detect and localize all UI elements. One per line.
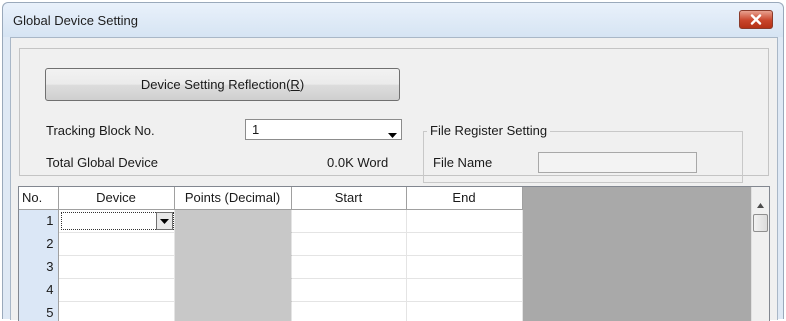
start-cell[interactable]: [291, 232, 407, 256]
end-cell[interactable]: [406, 301, 523, 321]
global-device-setting-window: Global Device Setting Device Setting Ref…: [2, 2, 784, 321]
points-cell: [174, 301, 292, 321]
close-button[interactable]: [739, 10, 773, 29]
reflection-label-suffix: ): [299, 77, 305, 92]
device-table: No. Device Points (Decimal) Start End 1: [19, 187, 523, 321]
device-cell[interactable]: [58, 232, 175, 256]
device-cell[interactable]: [58, 209, 175, 233]
device-dropdown-button[interactable]: [155, 211, 173, 230]
chevron-down-icon: [159, 213, 169, 228]
start-cell[interactable]: [291, 255, 407, 279]
end-cell[interactable]: [406, 278, 523, 302]
column-header-device: Device: [58, 187, 175, 210]
reflection-label-prefix: Device Setting Reflection(: [140, 77, 291, 92]
start-cell[interactable]: [291, 278, 407, 302]
points-cell: [174, 255, 292, 279]
file-name-label: File Name: [433, 155, 493, 170]
table-row: 1: [19, 209, 523, 233]
window-title: Global Device Setting: [13, 13, 139, 28]
tracking-block-select[interactable]: 1: [245, 119, 402, 140]
end-cell[interactable]: [406, 255, 523, 279]
dialog-client-area: Device Setting Reflection(R) Tracking Bl…: [10, 37, 778, 321]
chevron-down-icon: [388, 127, 397, 142]
start-cell[interactable]: [291, 301, 407, 321]
end-cell[interactable]: [406, 232, 523, 256]
row-number: 5: [19, 301, 59, 321]
table-row: 2: [19, 232, 523, 256]
total-global-device-label: Total Global Device: [46, 155, 158, 170]
vertical-scrollbar[interactable]: [751, 187, 769, 321]
column-header-end: End: [406, 187, 523, 210]
table-row: 4: [19, 278, 523, 302]
points-cell: [174, 209, 292, 233]
device-cell[interactable]: [58, 301, 175, 321]
points-cell: [174, 278, 292, 302]
device-cell[interactable]: [58, 278, 175, 302]
file-name-input[interactable]: [538, 152, 697, 173]
start-cell[interactable]: [291, 209, 407, 233]
row-number: 2: [19, 232, 59, 255]
scrollbar-thumb[interactable]: [753, 214, 768, 232]
total-global-device-value: 0.0K Word: [327, 155, 389, 170]
column-header-points: Points (Decimal): [174, 187, 292, 210]
close-icon: [750, 14, 762, 25]
points-cell: [174, 232, 292, 256]
scroll-up-arrow-icon[interactable]: [757, 196, 764, 211]
table-row: 3: [19, 255, 523, 279]
row-number: 1: [19, 209, 59, 232]
reflection-label-accel: R: [290, 77, 300, 92]
tracking-block-label: Tracking Block No.: [46, 123, 155, 138]
device-cell[interactable]: [58, 255, 175, 279]
table-header-row: No. Device Points (Decimal) Start End: [19, 187, 523, 210]
settings-panel: Device Setting Reflection(R) Tracking Bl…: [19, 48, 769, 183]
device-setting-reflection-button[interactable]: Device Setting Reflection(R): [45, 68, 400, 101]
tracking-block-value: 1: [252, 122, 260, 137]
file-register-legend: File Register Setting: [427, 123, 551, 138]
device-grid: No. Device Points (Decimal) Start End 1: [18, 186, 770, 321]
row-number: 3: [19, 255, 59, 278]
column-header-start: Start: [291, 187, 407, 210]
column-header-no: No.: [19, 187, 59, 210]
end-cell[interactable]: [406, 209, 523, 233]
table-row: 5: [19, 301, 523, 321]
row-number: 4: [19, 278, 59, 301]
title-bar[interactable]: Global Device Setting: [3, 3, 783, 37]
